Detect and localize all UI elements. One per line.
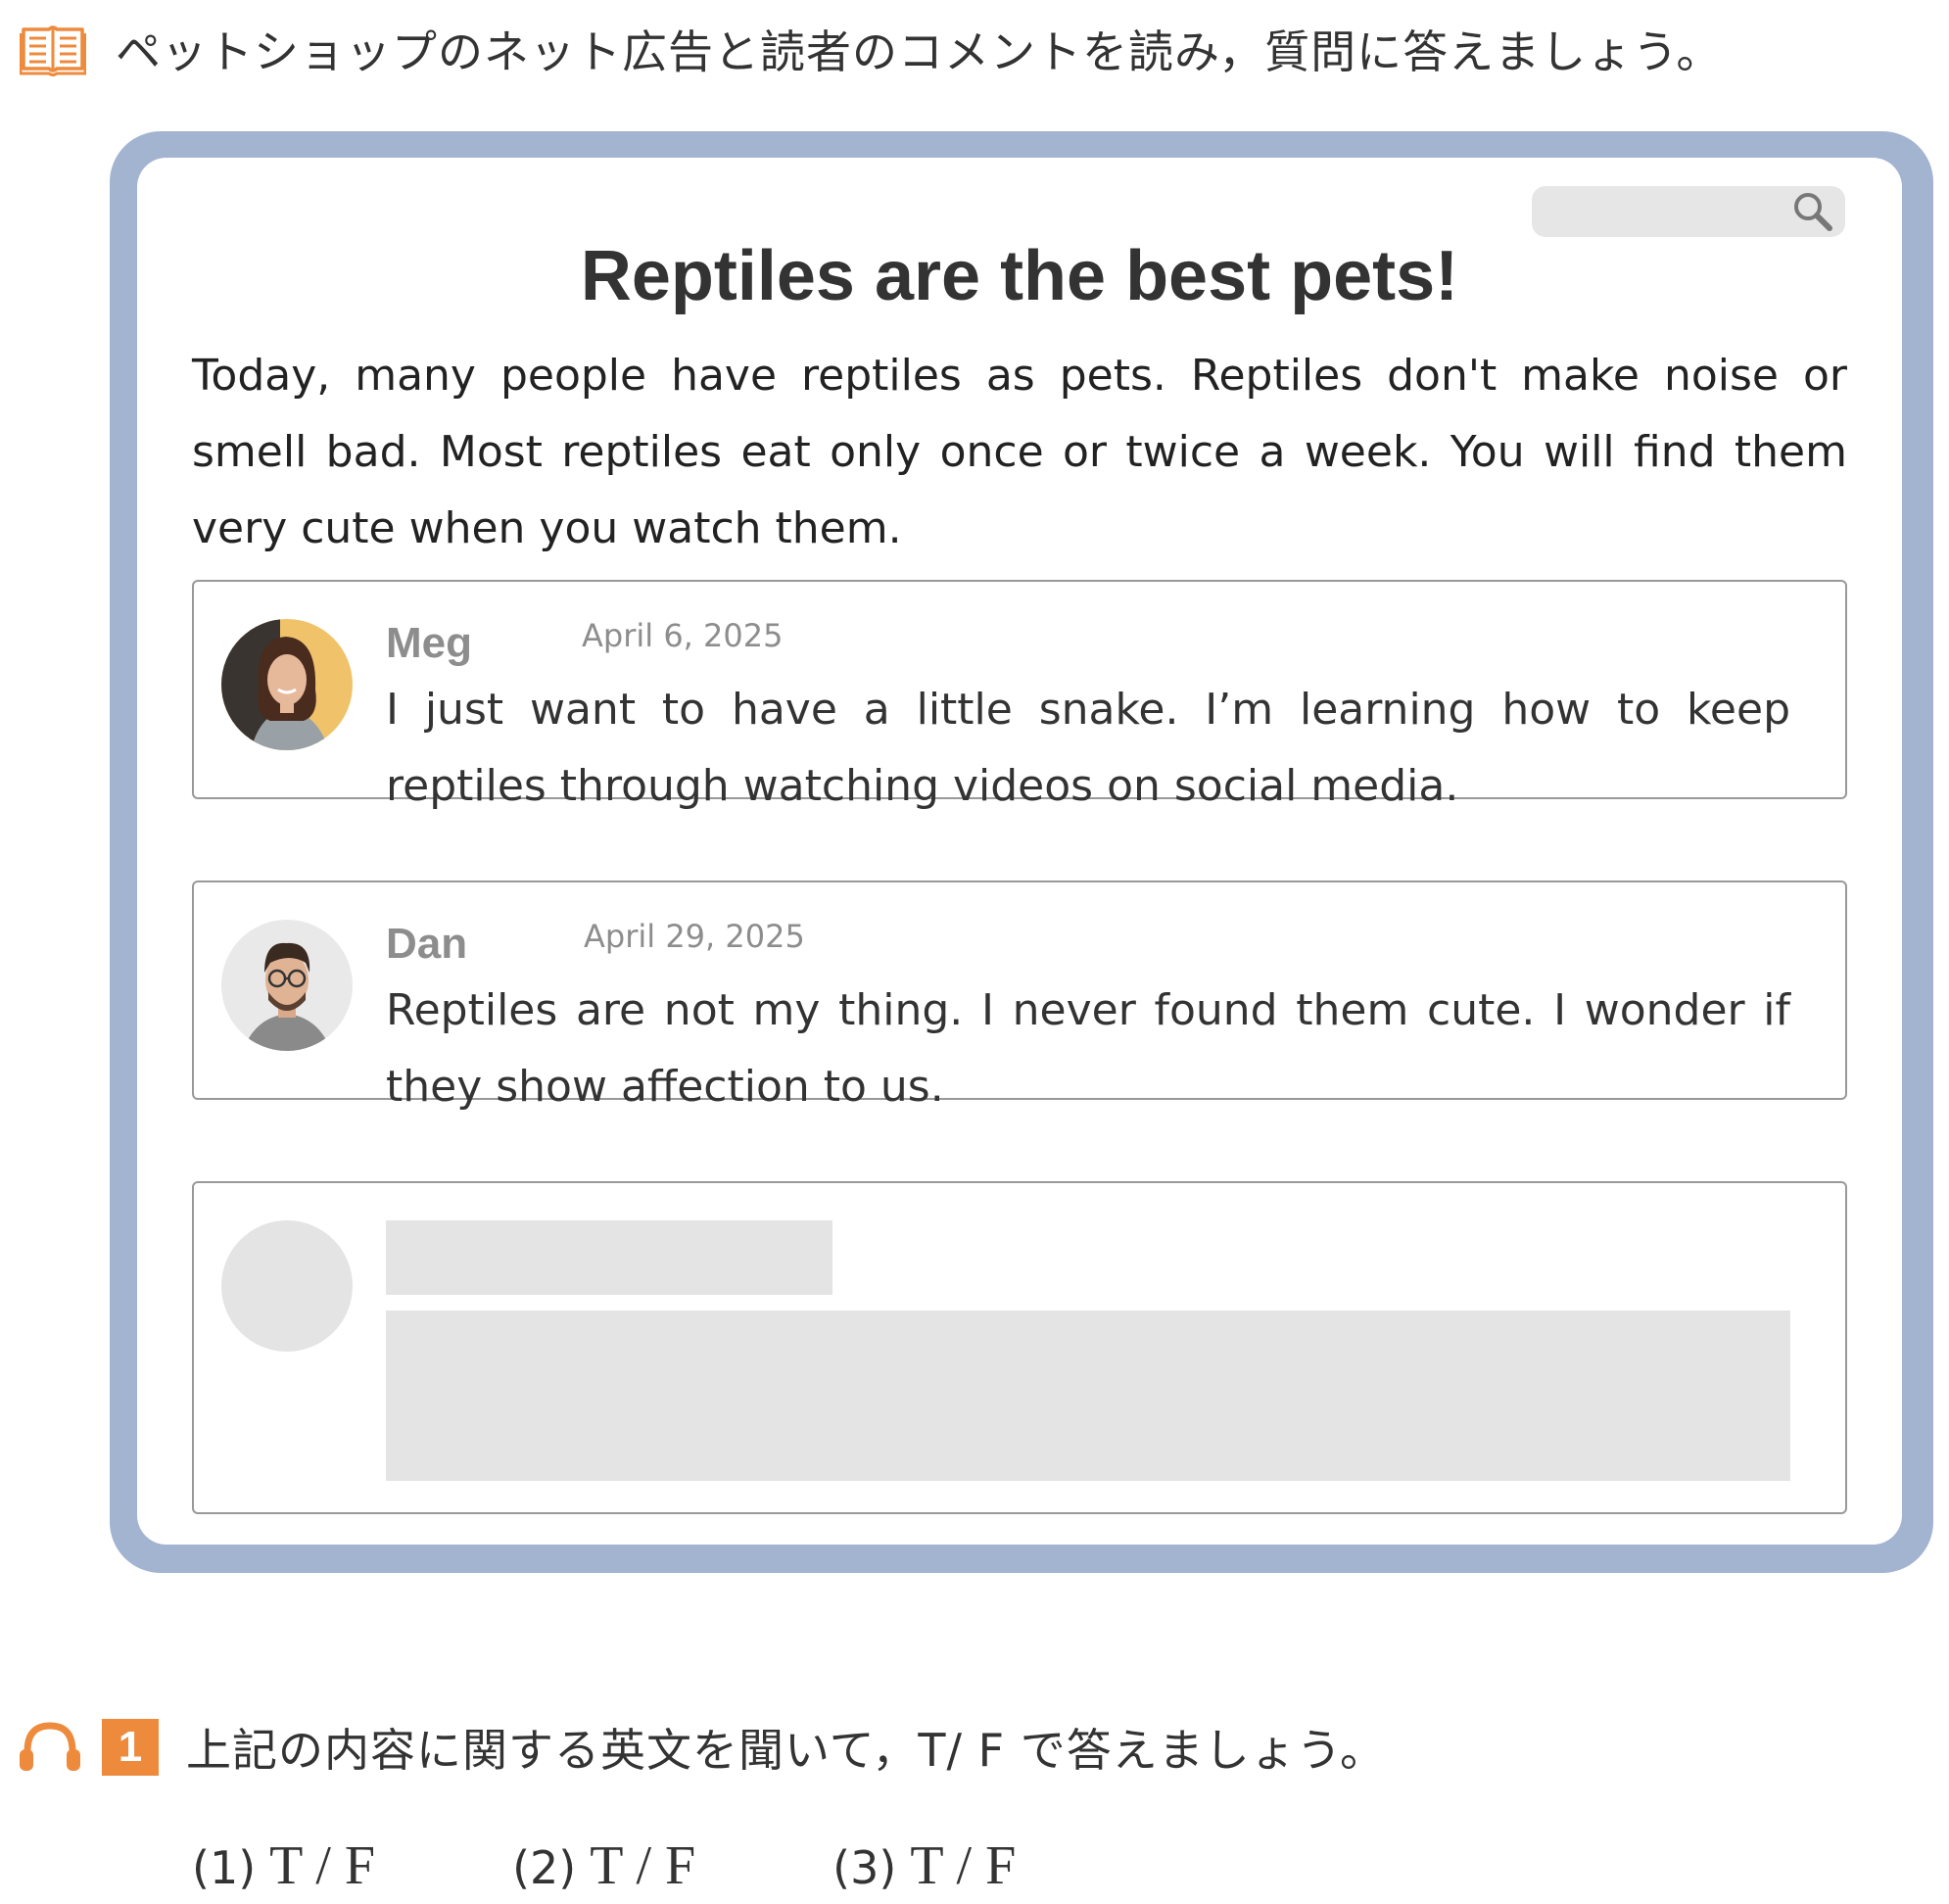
instruction: ペットショップのネット広告と読者のコメントを読み，質問に答えましょう。: [20, 18, 1722, 80]
web-page: Reptiles are the best pets! Today, many …: [137, 158, 1902, 1545]
comment-card-dan: Dan April 29, 2025 Reptiles are not my t…: [192, 881, 1847, 1112]
answer-choices[interactable]: T / F: [269, 1834, 375, 1897]
question-text: 上記の内容に関する英文を聞いて，T/ F で答えましょう。: [186, 1724, 1386, 1777]
answer-item[interactable]: (3) T / F: [832, 1834, 1016, 1897]
comment-card-meg: Meg April 6, 2025 I just want to have a …: [192, 580, 1847, 811]
avatar: [221, 619, 353, 750]
answer-choices[interactable]: T / F: [910, 1834, 1016, 1897]
comment-text: I just want to have a little snake. I’m …: [386, 685, 1790, 811]
ad-body: Today, many people have reptiles as pets…: [192, 351, 1847, 553]
instruction-text: ペットショップのネット広告と読者のコメントを読み，質問に答えましょう。: [116, 25, 1723, 78]
answer-choices[interactable]: T / F: [590, 1834, 695, 1897]
comment-placeholder: [192, 1181, 1847, 1514]
answer-row: (1) T / F (2) T / F (3) T / F: [192, 1832, 1153, 1900]
answer-number: (3): [832, 1841, 897, 1894]
avatar-placeholder: [221, 1220, 353, 1352]
avatar: [221, 920, 353, 1051]
question: 1 上記の内容に関する英文を聞いて，T/ F で答えましょう。: [18, 1716, 1386, 1779]
text-placeholder: [386, 1310, 1790, 1481]
search-icon[interactable]: [1790, 189, 1835, 234]
headphone-icon: [20, 1722, 80, 1771]
name-placeholder: [386, 1220, 832, 1295]
comment-text: Reptiles are not my thing. I never found…: [386, 985, 1790, 1112]
comment-author: Meg: [386, 619, 472, 667]
comment-date: April 29, 2025: [584, 918, 805, 955]
answer-number: (1): [192, 1841, 257, 1894]
answer-item[interactable]: (2) T / F: [512, 1834, 695, 1897]
open-book-icon: [20, 25, 86, 76]
answer-item[interactable]: (1) T / F: [192, 1834, 375, 1897]
search-input[interactable]: [1532, 186, 1845, 237]
ad-title: Reptiles are the best pets!: [580, 237, 1459, 315]
question-number-badge: 1: [102, 1719, 159, 1776]
answer-number: (2): [512, 1841, 577, 1894]
comment-date: April 6, 2025: [582, 617, 784, 654]
comment-author: Dan: [386, 920, 468, 968]
